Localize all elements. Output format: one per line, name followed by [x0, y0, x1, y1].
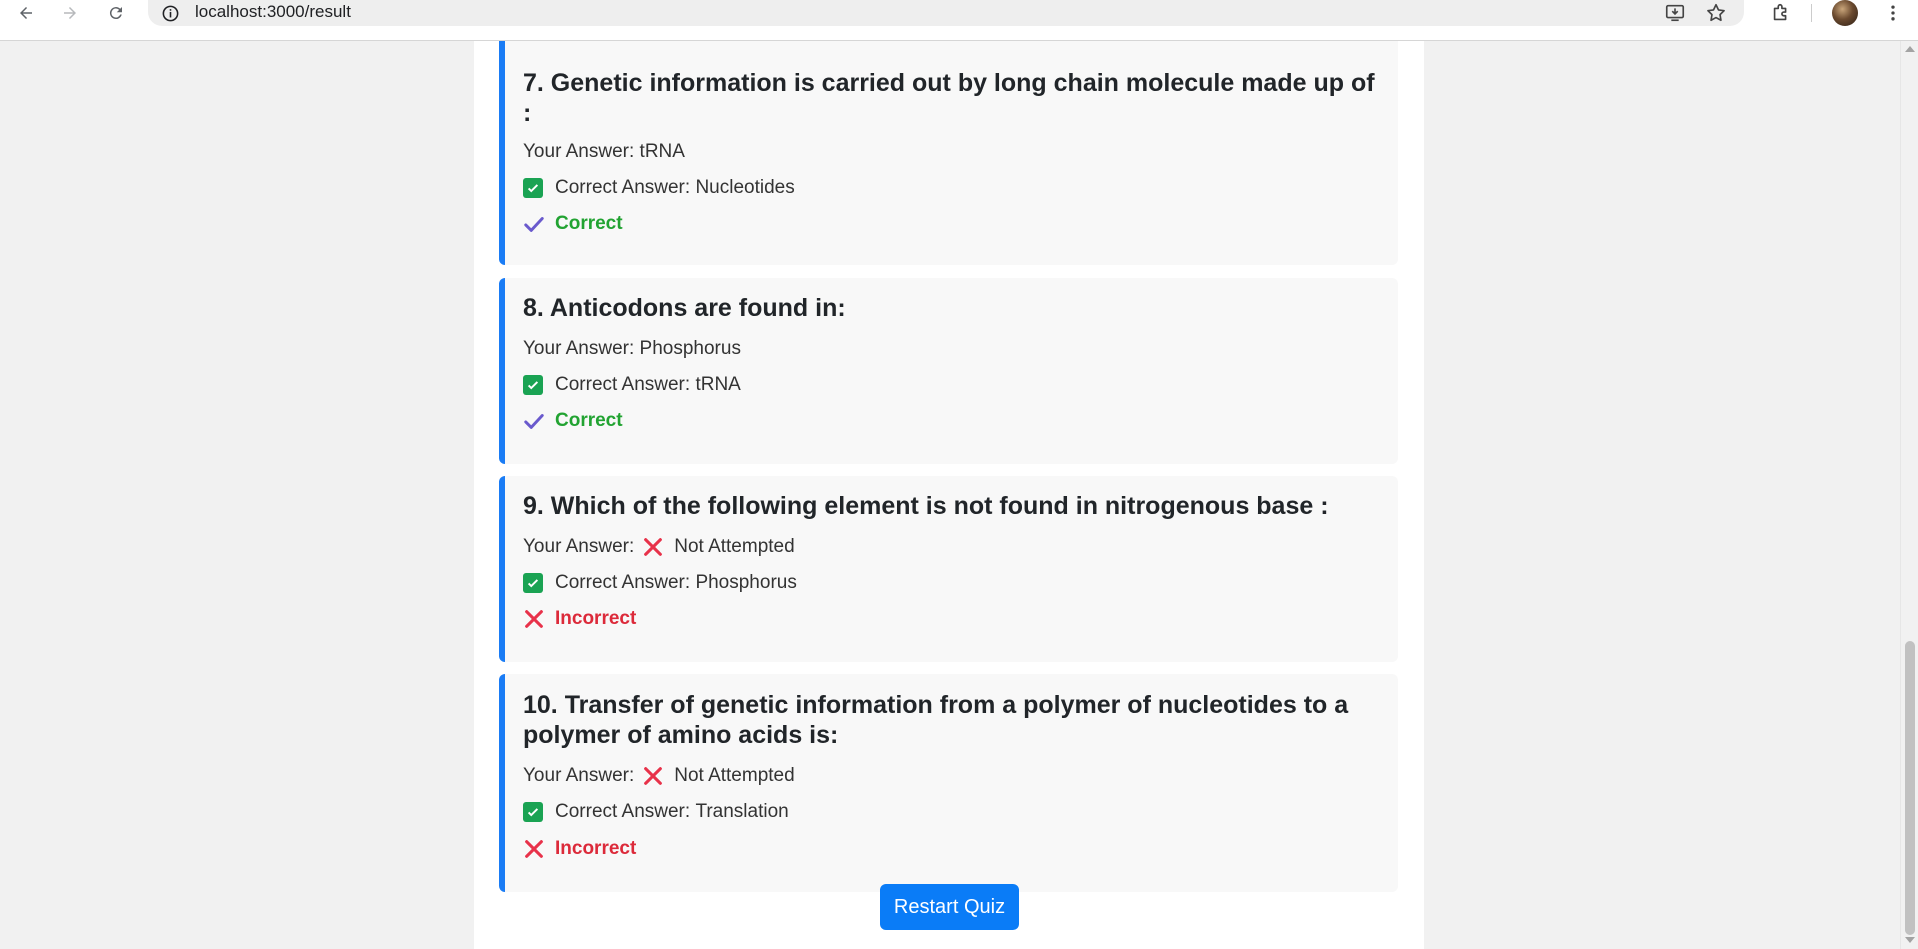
correct-answer: Correct Answer: Phosphorus [523, 572, 797, 594]
question-title: 8. Anticodons are found in: [523, 294, 846, 322]
check-box-icon [523, 573, 543, 593]
correct-answer-value: tRNA [695, 374, 741, 395]
question-card: 8. Anticodons are found in: Your Answer:… [499, 278, 1398, 464]
cross-mark-icon [523, 608, 545, 630]
check-mark-icon [523, 213, 545, 235]
forward-button[interactable] [53, 0, 87, 26]
your-answer-value: Not Attempted [674, 536, 795, 557]
your-answer: Your Answer: Not Attempted [523, 765, 795, 787]
kebab-menu-icon[interactable] [1878, 0, 1908, 26]
scrollbar-thumb[interactable] [1905, 641, 1915, 935]
cross-mark-icon [642, 536, 664, 558]
back-button[interactable] [9, 0, 43, 26]
correct-answer: Correct Answer: tRNA [523, 374, 741, 396]
correct-answer-label: Correct Answer: [555, 801, 691, 822]
question-title: 9. Which of the following element is not… [523, 492, 1329, 520]
arrow-left-icon [20, 7, 32, 19]
browser-toolbar: localhost:3000/result [0, 0, 1918, 41]
result-container: 7. Genetic information is carried out by… [474, 41, 1424, 949]
question-card: 7. Genetic information is carried out by… [499, 41, 1398, 265]
reload-button[interactable] [99, 0, 133, 26]
your-answer-label: Your Answer: [523, 765, 635, 786]
your-answer-label: Your Answer: [523, 536, 635, 557]
scroll-up-icon[interactable] [1905, 46, 1915, 52]
your-answer: Your Answer: Phosphorus [523, 338, 741, 360]
install-app-icon[interactable] [1663, 1, 1687, 25]
arrow-right-icon [64, 7, 76, 19]
correct-answer: Correct Answer: Translation [523, 801, 789, 823]
correct-answer-label: Correct Answer: [555, 572, 691, 593]
status-text: Incorrect [555, 838, 637, 859]
star-icon[interactable] [1704, 1, 1728, 25]
status-badge: Incorrect [523, 838, 636, 860]
question-title: 10. Transfer of genetic information from… [523, 691, 1349, 749]
avatar[interactable] [1832, 0, 1858, 26]
status-badge: Correct [523, 213, 623, 235]
your-answer-label: Your Answer: [523, 141, 635, 162]
status-text: Incorrect [555, 608, 637, 629]
cross-mark-icon [523, 838, 545, 860]
correct-answer-label: Correct Answer: [555, 177, 691, 198]
toolbar-divider [1811, 4, 1812, 22]
question-card: 10. Transfer of genetic information from… [499, 674, 1398, 892]
status-text: Correct [555, 213, 623, 234]
correct-answer-value: Phosphorus [695, 572, 797, 593]
status-badge: Correct [523, 410, 623, 432]
question-card: 9. Which of the following element is not… [499, 476, 1398, 662]
correct-answer-value: Nucleotides [695, 177, 795, 198]
address-bar[interactable]: localhost:3000/result [148, 0, 1744, 26]
cross-mark-icon [642, 765, 664, 787]
your-answer-label: Your Answer: [523, 338, 635, 359]
correct-answer-value: Translation [695, 801, 789, 822]
your-answer-value: tRNA [639, 141, 685, 162]
question-title: 7. Genetic information is carried out by… [523, 69, 1375, 127]
your-answer-value: Not Attempted [674, 765, 795, 786]
url-text[interactable]: localhost:3000/result [195, 2, 351, 22]
puzzle-icon[interactable] [1766, 0, 1796, 26]
check-box-icon [523, 178, 543, 198]
your-answer: Your Answer: Not Attempted [523, 536, 795, 558]
restart-quiz-button[interactable]: Restart Quiz [880, 884, 1019, 930]
your-answer: Your Answer: tRNA [523, 141, 685, 163]
status-text: Correct [555, 410, 623, 431]
check-mark-icon [523, 410, 545, 432]
scrollbar[interactable] [1900, 41, 1918, 949]
check-box-icon [523, 375, 543, 395]
your-answer-value: Phosphorus [639, 338, 741, 359]
correct-answer-label: Correct Answer: [555, 374, 691, 395]
info-icon[interactable] [160, 3, 180, 23]
scroll-down-icon[interactable] [1905, 937, 1915, 943]
check-box-icon [523, 802, 543, 822]
page-viewport: 7. Genetic information is carried out by… [0, 41, 1900, 949]
reload-icon [109, 7, 122, 20]
correct-answer: Correct Answer: Nucleotides [523, 177, 795, 199]
status-badge: Incorrect [523, 608, 636, 630]
